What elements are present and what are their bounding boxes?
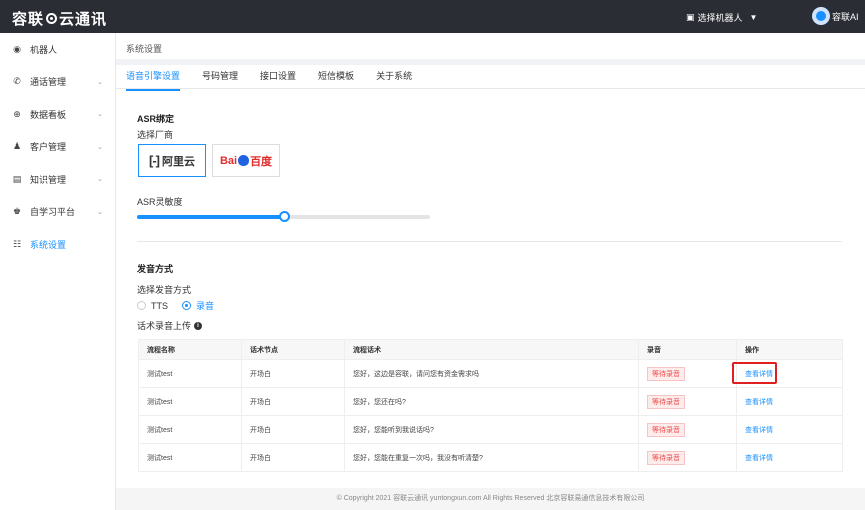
radio-dot xyxy=(182,301,191,310)
robot-icon: ▣ xyxy=(686,12,695,22)
breadcrumb: 系统设置 xyxy=(126,44,163,54)
info-icon[interactable]: i xyxy=(194,321,203,330)
status-badge: 等待录音 xyxy=(647,366,685,381)
robot-icon: ◉ xyxy=(13,43,21,54)
radio-tts[interactable]: TTS xyxy=(137,301,168,311)
top-bar: 容联 云通讯 ▣ 选择机器人 ▼ 容联AI xyxy=(0,0,865,33)
chevron-down-icon: ⌄ xyxy=(97,111,103,119)
sidebar-item-customers[interactable]: ♟ 客户管理 ⌄ xyxy=(0,131,115,164)
chart-icon: ⊕ xyxy=(13,108,21,119)
status-badge: 等待录音 xyxy=(647,422,685,437)
settings-icon: ☷ xyxy=(12,238,22,249)
caret-down-icon: ▼ xyxy=(749,13,758,22)
view-details-link[interactable]: 查看详情 xyxy=(745,427,773,434)
chevron-down-icon: ⌄ xyxy=(97,78,103,86)
book-icon: ▤ xyxy=(12,173,22,184)
col-operation: 操作 xyxy=(736,339,843,360)
slider-fill xyxy=(137,215,284,219)
col-process-script: 流程话术 xyxy=(344,339,639,360)
recording-table: 流程名称 话术节点 流程话术 录音 操作 测试test 开场白 您好，这边是容联… xyxy=(138,339,843,472)
chevron-down-icon: ⌄ xyxy=(97,208,103,216)
breadcrumb-divider xyxy=(116,59,865,65)
table-row: 测试test 开场白 您好，这边是容联，请问您有资金需求吗 等待录音 查看详情 xyxy=(138,359,843,388)
sidebar-item-robot[interactable]: ◉ 机器人 xyxy=(0,33,115,66)
voice-mode-label: 选择发音方式 xyxy=(137,285,192,295)
chevron-down-icon: ⌄ xyxy=(97,143,103,151)
upload-label: 话术录音上传 i xyxy=(137,319,203,332)
sensitivity-slider[interactable] xyxy=(137,211,430,222)
baidu-paw-icon xyxy=(238,155,250,166)
vendor-baidu[interactable]: Bai 百度 xyxy=(212,144,280,177)
sidebar-item-call-management[interactable]: ✆ 通话管理 ⌄ xyxy=(0,66,115,99)
sensitivity-label: ASR灵敏度 xyxy=(137,197,183,207)
col-recording: 录音 xyxy=(638,339,737,360)
status-badge: 等待录音 xyxy=(647,450,685,465)
robot-select[interactable]: ▣ 选择机器人 ▼ xyxy=(686,11,757,24)
view-details-link[interactable]: 查看详情 xyxy=(745,399,773,406)
col-script-node: 话术节点 xyxy=(241,339,345,360)
highlight-box xyxy=(732,362,777,384)
sidebar-item-self-learning[interactable]: ♚ 自学习平台 ⌄ xyxy=(0,196,115,229)
section-divider xyxy=(137,241,842,242)
asr-title: ASR绑定 xyxy=(137,114,175,124)
learn-icon: ♚ xyxy=(12,206,22,217)
users-icon: ♟ xyxy=(12,141,22,152)
vendor-aliyun[interactable]: [-] 阿里云 xyxy=(138,144,206,177)
aliyun-logo: [-] 阿里云 xyxy=(149,153,195,168)
col-process-name: 流程名称 xyxy=(138,339,242,360)
table-header-row: 流程名称 话术节点 流程话术 录音 操作 xyxy=(138,339,843,360)
view-details-link[interactable]: 查看详情 xyxy=(745,455,773,462)
chevron-down-icon: ⌄ xyxy=(97,176,103,184)
sidebar-item-knowledge[interactable]: ▤ 知识管理 ⌄ xyxy=(0,163,115,196)
vendor-label: 选择厂商 xyxy=(137,130,174,140)
sidebar-item-dashboard[interactable]: ⊕ 数据看板 ⌄ xyxy=(0,98,115,131)
sidebar-item-system-settings[interactable]: ☷ 系统设置 xyxy=(0,228,115,261)
table-row: 测试test 开场白 您好，您还在吗? 等待录音 查看详情 xyxy=(138,387,843,416)
avatar xyxy=(812,7,830,25)
tabs-divider xyxy=(116,88,865,89)
slider-handle[interactable] xyxy=(278,211,290,222)
voice-mode-radios: TTS 录音 xyxy=(137,299,228,312)
status-badge: 等待录音 xyxy=(647,394,685,409)
main-content: 系统设置 语音引擎设置 号码管理 接口设置 短信模板 关于系统 ASR绑定 选择… xyxy=(116,33,865,510)
user-menu[interactable]: 容联AI xyxy=(812,7,859,25)
logo-ring-icon xyxy=(46,13,58,24)
radio-recording[interactable]: 录音 xyxy=(182,299,214,312)
sidebar: ◉ 机器人 ✆ 通话管理 ⌄ ⊕ 数据看板 ⌄ ♟ 客户管理 ⌄ ▤ 知识管理 … xyxy=(0,33,116,510)
table-row: 测试test 开场白 您好，您能在重复一次吗，我没有听清楚? 等待录音 查看详情 xyxy=(138,443,843,472)
radio-dot xyxy=(137,301,146,310)
footer: © Copyright 2021 容联云通讯 yuntongxun.com Al… xyxy=(116,488,865,510)
baidu-logo: Bai 百度 xyxy=(219,154,273,168)
table-row: 测试test 开场白 您好，您能听到我说话吗? 等待录音 查看详情 xyxy=(138,415,843,444)
logo: 容联 云通讯 xyxy=(12,11,108,28)
phone-icon: ✆ xyxy=(13,76,21,87)
voice-title: 发音方式 xyxy=(137,264,174,274)
